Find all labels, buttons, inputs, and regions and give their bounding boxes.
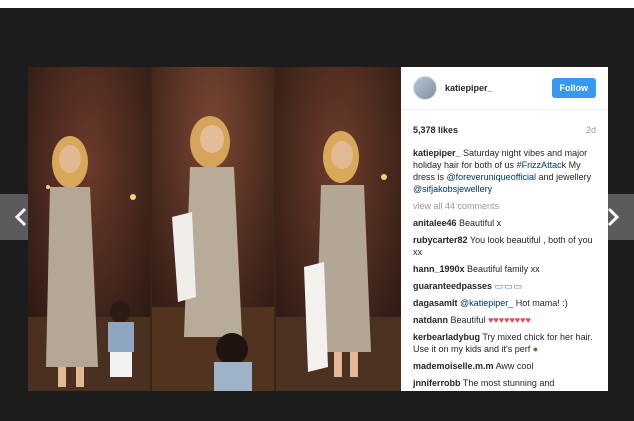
likes-count[interactable]: 5,378 likes [413, 125, 458, 135]
post-stats: 5,378 likes 2d [401, 110, 608, 135]
mention-link[interactable]: @sifjakobsjewellery [413, 184, 492, 194]
post-username[interactable]: katiepiper_ [445, 83, 552, 93]
comment-username[interactable]: anitalee46 [413, 218, 457, 228]
avatar[interactable] [413, 76, 437, 100]
comment-username[interactable]: natdann [413, 315, 448, 325]
comment-list: katiepiper_ Saturday night vibes and maj… [401, 135, 608, 391]
comment-username[interactable]: guaranteedpasses [413, 281, 492, 291]
comment-text: Hot mama! :) [513, 298, 568, 308]
comment-text: Beautiful [450, 315, 486, 325]
mention-link[interactable]: @foreveruniqueofficial [447, 172, 537, 182]
comment: jnniferrobb The most stunning and inspir… [413, 377, 596, 391]
comment: guaranteedpasses ▭▭▭ [413, 280, 596, 292]
comment: rubycarter82 You look beautiful , both o… [413, 234, 596, 258]
heart-icon: ♥ [514, 390, 519, 391]
post-sidebar: katiepiper_ Follow 5,378 likes 2d katiep… [401, 67, 608, 391]
comment-text: xx [528, 264, 540, 274]
comment: anitalee46 Beautiful x [413, 217, 596, 229]
follow-button[interactable]: Follow [551, 78, 596, 98]
post-photo[interactable] [28, 67, 401, 391]
comment-text: Beautiful x [459, 218, 502, 228]
chevron-right-icon [607, 207, 620, 227]
comment: dagasamlt @katiepiper_ Hot mama! :) [413, 297, 596, 309]
hashtag-link[interactable]: #FrizzAttack [517, 160, 567, 170]
caption-username[interactable]: katiepiper_ [413, 148, 461, 158]
comment-username[interactable]: hann_1990x [413, 264, 465, 274]
comment-username[interactable]: dagasamlt [413, 298, 458, 308]
post-age[interactable]: 2d [586, 125, 596, 135]
caption: katiepiper_ Saturday night vibes and maj… [413, 147, 596, 195]
caption-text: and jewellery [536, 172, 592, 182]
emoji-icon: ▭▭▭ [494, 281, 524, 291]
comment-username[interactable]: kerbearladybug [413, 332, 480, 342]
chevron-left-icon [14, 207, 27, 227]
page: katiepiper_ Follow 5,378 likes 2d katiep… [0, 0, 634, 421]
view-all-comments-link[interactable]: view all 44 comments [413, 200, 596, 212]
comment: kerbearladybug Try mixed chick for her h… [413, 331, 596, 355]
photo-panel [28, 67, 150, 391]
post-header: katiepiper_ Follow [401, 67, 608, 110]
comment: mademoiselle.m.m Aww cool [413, 360, 596, 372]
comment: natdann Beautiful ♥♥♥♥♥♥♥♥ [413, 314, 596, 326]
comment-text: Beautiful family [467, 264, 529, 274]
photo-panel [152, 67, 274, 391]
comment-username[interactable]: rubycarter82 [413, 235, 468, 245]
comment: hann_1990x Beautiful family xx [413, 263, 596, 275]
comment-username[interactable]: mademoiselle.m.m [413, 361, 494, 371]
heart-icon: ♥♥♥♥♥♥♥♥ [488, 315, 531, 325]
mention-link[interactable]: @katiepiper_ [460, 298, 513, 308]
comment-username[interactable]: jnniferrobb [413, 378, 461, 388]
ok-hand-icon: ● [532, 344, 539, 354]
photo-panel [276, 67, 401, 391]
comment-text: Aww cool [495, 361, 534, 371]
